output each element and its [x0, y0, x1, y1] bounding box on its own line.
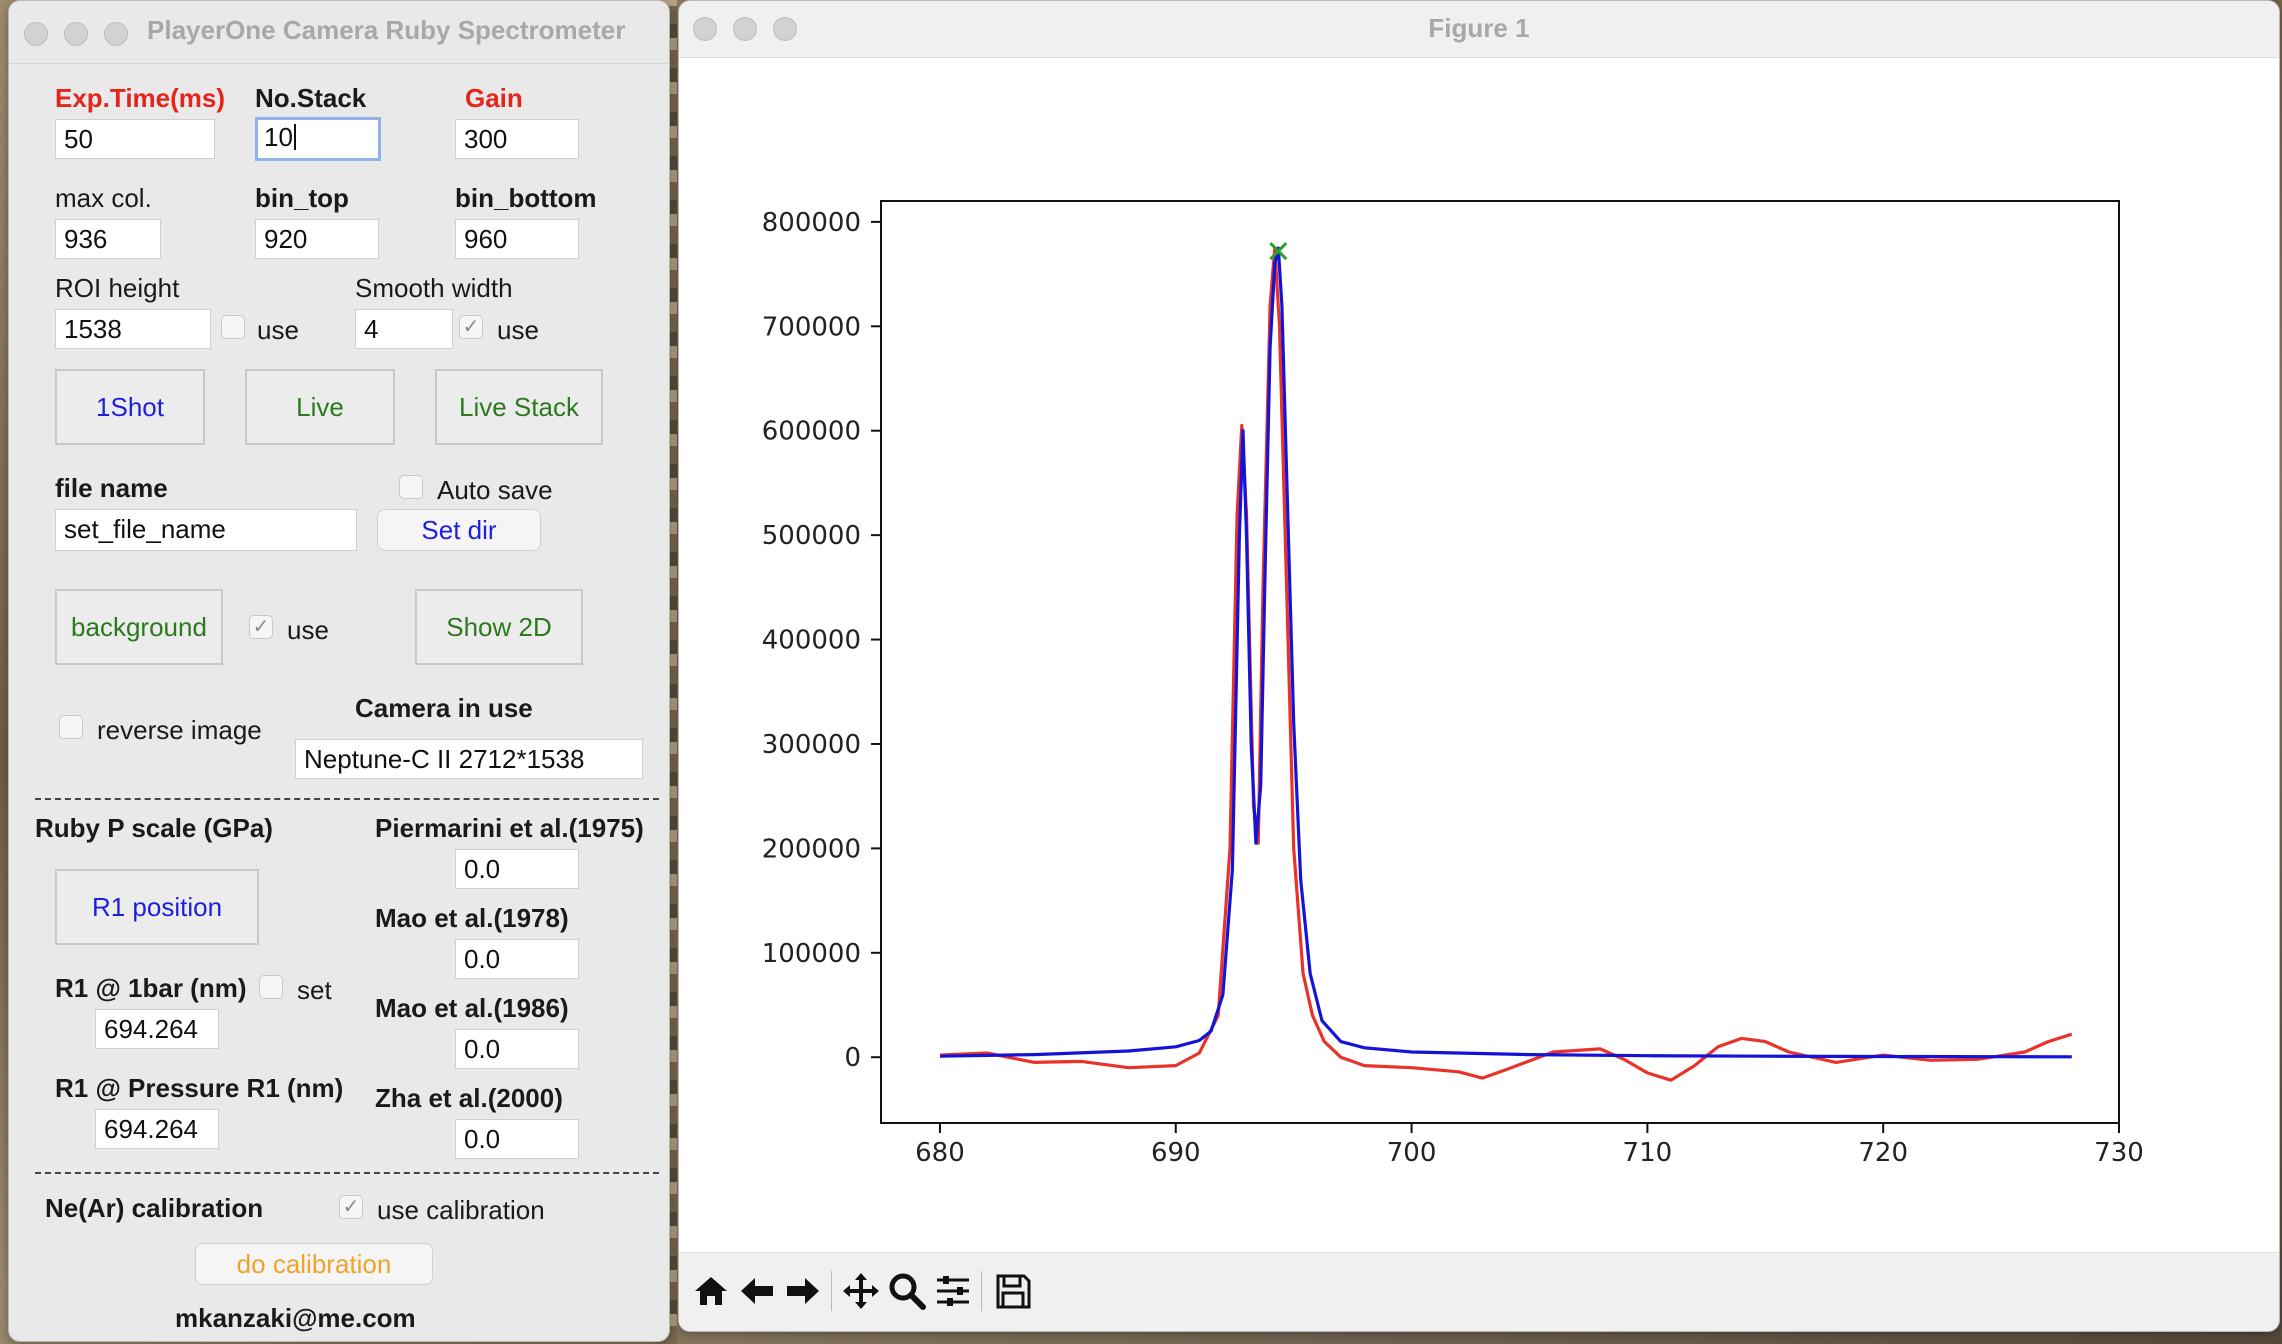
one-shot-button[interactable]: 1Shot: [55, 369, 205, 445]
use-calibration-checkbox[interactable]: ✓: [339, 1195, 363, 1219]
reverse-image-label: reverse image: [97, 715, 262, 745]
roi-use-checkbox[interactable]: [221, 315, 245, 339]
gain-input[interactable]: 300: [455, 119, 579, 159]
figure-window: Figure 1 680 690 700 710 720 730 0 100000 200000…: [678, 0, 2280, 1332]
y-tick-label: 0: [844, 1043, 861, 1073]
file-name-label: file name: [55, 473, 168, 503]
y-tick-label: 300000: [762, 730, 861, 760]
toolbar-separator: [831, 1271, 832, 1311]
x-tick-label: 710: [1623, 1138, 1673, 1168]
control-window-title: PlayerOne Camera Ruby Spectrometer: [147, 15, 626, 45]
save-icon[interactable]: [991, 1269, 1035, 1313]
figure-window-titlebar: Figure 1: [679, 1, 2279, 58]
auto-save-checkbox[interactable]: [399, 475, 423, 499]
r1-set-checkbox[interactable]: [259, 975, 283, 999]
x-tick-label: 680: [915, 1138, 965, 1168]
y-tick-label: 700000: [762, 312, 861, 342]
show-2d-button[interactable]: Show 2D: [415, 589, 583, 665]
bin-bottom-input[interactable]: 960: [455, 219, 579, 259]
x-tick-label: 730: [2094, 1138, 2144, 1168]
author-email: mkanzaki@me.com: [175, 1303, 416, 1333]
smooth-width-label: Smooth width: [355, 273, 513, 303]
mao1986-label: Mao et al.(1986): [375, 993, 569, 1023]
toolbar-separator: [981, 1271, 982, 1311]
section-divider: [35, 1172, 659, 1174]
max-col-input[interactable]: 936: [55, 219, 161, 259]
camera-in-use-label: Camera in use: [355, 693, 533, 723]
r1-pressure-field: 694.264: [95, 1109, 219, 1149]
max-col-label: max col.: [55, 183, 152, 213]
text-caret: [293, 124, 296, 150]
roi-height-label: ROI height: [55, 273, 180, 303]
bin-top-label: bin_top: [255, 183, 349, 213]
y-tick-label: 600000: [762, 417, 861, 447]
bin-bottom-label: bin_bottom: [455, 183, 597, 213]
exposure-label: Exp.Time(ms): [55, 83, 226, 113]
axes-frame: [880, 200, 2120, 1124]
r1-1bar-label: R1 @ 1bar (nm): [55, 973, 247, 1003]
home-icon[interactable]: [689, 1269, 733, 1313]
ruby-scale-title: Ruby P scale (GPa): [35, 813, 273, 843]
y-tick-label: 100000: [762, 939, 861, 969]
auto-save-label: Auto save: [437, 475, 553, 505]
stack-input[interactable]: 10: [255, 117, 381, 161]
x-tick-label: 700: [1387, 1138, 1437, 1168]
zha2000-label: Zha et al.(2000): [375, 1083, 563, 1113]
piermarini-pressure-field: 0.0: [455, 849, 579, 889]
zoom-window-button[interactable]: [104, 22, 128, 46]
smooth-use-checkbox[interactable]: ✓: [459, 315, 483, 339]
zoom-icon[interactable]: [885, 1269, 929, 1313]
spectrum-plot: 680 690 700 710 720 730 0 100000 200000 300000 400…: [762, 200, 2144, 1168]
mao1986-pressure-field: 0.0: [455, 1029, 579, 1069]
control-window-titlebar: PlayerOne Camera Ruby Spectrometer: [9, 1, 669, 64]
y-tick-label: 400000: [762, 626, 861, 656]
gain-label: Gain: [465, 83, 523, 113]
bin-top-input[interactable]: 920: [255, 219, 379, 259]
y-tick-label: 800000: [762, 208, 861, 238]
r1-pressure-label: R1 @ Pressure R1 (nm): [55, 1073, 344, 1103]
zha2000-pressure-field: 0.0: [455, 1119, 579, 1159]
piermarini-label: Piermarini et al.(1975): [375, 813, 644, 843]
use-calibration-label: use calibration: [377, 1195, 545, 1225]
measured-spectrum-line: [939, 246, 2073, 1082]
figure-window-title: Figure 1: [1428, 13, 1530, 43]
calibration-title: Ne(Ar) calibration: [45, 1193, 264, 1223]
y-tick-label: 200000: [762, 834, 861, 864]
x-tick-label: 720: [1858, 1138, 1908, 1168]
exposure-input[interactable]: 50: [55, 119, 215, 159]
set-dir-button[interactable]: Set dir: [377, 509, 541, 551]
background-use-label: use: [287, 615, 329, 645]
r1-set-label: set: [297, 975, 332, 1005]
y-tick-label: 500000: [762, 521, 861, 551]
spectrometer-control-window: PlayerOne Camera Ruby Spectrometer Exp.T…: [8, 0, 670, 1342]
close-window-button[interactable]: [24, 22, 48, 46]
r1-1bar-input[interactable]: 694.264: [95, 1009, 219, 1049]
stack-label: No.Stack: [255, 83, 367, 113]
file-name-input[interactable]: set_file_name: [55, 509, 357, 551]
live-stack-button[interactable]: Live Stack: [435, 369, 603, 445]
back-arrow-icon[interactable]: [735, 1269, 779, 1313]
reverse-image-checkbox[interactable]: [59, 715, 83, 739]
navigation-toolbar: [679, 1252, 2279, 1331]
background-button[interactable]: background: [55, 589, 223, 665]
smooth-use-label: use: [497, 315, 539, 345]
pan-icon[interactable]: [839, 1269, 883, 1313]
roi-use-label: use: [257, 315, 299, 345]
section-divider: [35, 798, 659, 800]
roi-height-input[interactable]: 1538: [55, 309, 211, 349]
configure-icon[interactable]: [931, 1269, 975, 1313]
live-button[interactable]: Live: [245, 369, 395, 445]
mao1978-pressure-field: 0.0: [455, 939, 579, 979]
smooth-width-input[interactable]: 4: [355, 309, 453, 349]
forward-arrow-icon[interactable]: [781, 1269, 825, 1313]
r1-position-button[interactable]: R1 position: [55, 869, 259, 945]
mao1978-label: Mao et al.(1978): [375, 903, 569, 933]
do-calibration-button[interactable]: do calibration: [195, 1243, 433, 1285]
minimize-window-button[interactable]: [64, 22, 88, 46]
background-use-checkbox[interactable]: ✓: [249, 615, 273, 639]
x-tick-label: 690: [1151, 1138, 1201, 1168]
camera-name-field: Neptune-C II 2712*1538: [295, 739, 643, 779]
fitted-spectrum-line: [939, 246, 2072, 1059]
